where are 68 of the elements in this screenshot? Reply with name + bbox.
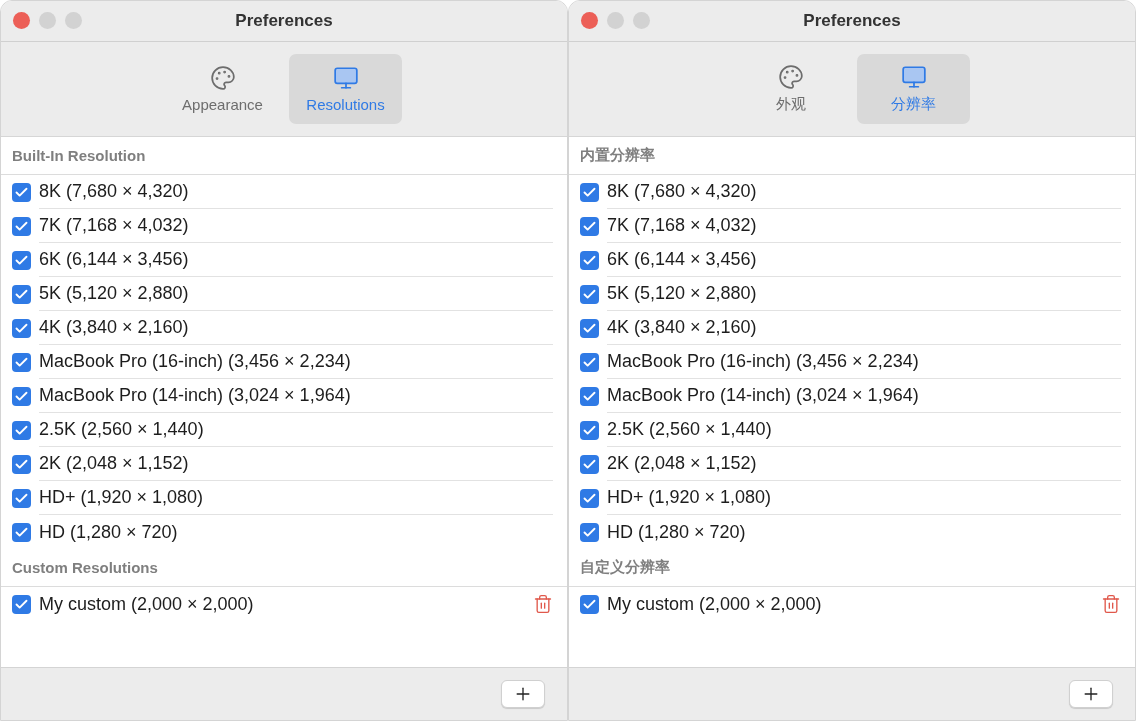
monitor-icon [900,64,927,90]
checkbox[interactable] [580,216,599,236]
resolution-label: 2K (2,048 × 1,152) [607,447,1121,481]
checkbox[interactable] [12,522,31,542]
resolution-label: 5K (5,120 × 2,880) [607,277,1121,311]
resolution-label: HD+ (1,920 × 1,080) [607,481,1121,515]
resolution-label: MacBook Pro (14-inch) (3,024 × 1,964) [607,379,1121,413]
resolution-label: 6K (6,144 × 3,456) [39,243,553,277]
resolution-label: My custom (2,000 × 2,000) [607,592,823,616]
checkbox[interactable] [12,386,31,406]
toolbar-tab[interactable]: 外观 [734,54,847,124]
checkbox[interactable] [12,454,31,474]
resolution-label: 4K (3,840 × 2,160) [39,311,553,345]
window-title: Preferences [235,11,333,31]
section-header: Built-In Resolution [1,137,567,175]
checkbox[interactable] [580,250,599,270]
resolution-label: MacBook Pro (16-inch) (3,456 × 2,234) [607,345,1121,379]
checkbox[interactable] [12,352,31,372]
close-button[interactable] [581,12,598,29]
checkbox[interactable] [580,182,599,202]
trash-icon[interactable] [533,594,553,614]
section-header: 内置分辨率 [569,137,1135,175]
resolution-label: 2.5K (2,560 × 1,440) [39,413,553,447]
checkbox[interactable] [12,420,31,440]
checkbox[interactable] [580,594,599,614]
add-button[interactable] [501,680,545,708]
checkbox[interactable] [580,352,599,372]
resolution-label: 4K (3,840 × 2,160) [607,311,1121,345]
resolution-label: 8K (7,680 × 4,320) [607,175,1121,209]
checkbox[interactable] [580,454,599,474]
checkbox[interactable] [12,182,31,202]
checkbox[interactable] [12,216,31,236]
resolution-label: 6K (6,144 × 3,456) [607,243,1121,277]
checkbox[interactable] [580,386,599,406]
checkbox[interactable] [580,284,599,304]
close-button[interactable] [13,12,30,29]
checkbox[interactable] [580,420,599,440]
window-title: Preferences [803,11,901,31]
toolbar-tab[interactable]: Resolutions [289,54,402,124]
resolution-label: 7K (7,168 × 4,032) [39,209,553,243]
trash-icon[interactable] [1101,594,1121,614]
checkbox[interactable] [12,488,31,508]
resolution-label: 2K (2,048 × 1,152) [39,447,553,481]
checkbox[interactable] [580,318,599,338]
monitor-icon [332,65,359,91]
resolution-label: 7K (7,168 × 4,032) [607,209,1121,243]
resolution-label: 2.5K (2,560 × 1,440) [607,413,1121,447]
resolution-label: HD+ (1,920 × 1,080) [39,481,553,515]
checkbox[interactable] [12,318,31,338]
add-button[interactable] [1069,680,1113,708]
checkbox[interactable] [12,594,31,614]
resolution-label: HD (1,280 × 720) [607,520,747,544]
checkbox[interactable] [580,488,599,508]
checkbox[interactable] [580,522,599,542]
palette-icon [777,64,804,90]
section-header: 自定义分辨率 [569,549,1135,587]
resolution-label: 8K (7,680 × 4,320) [39,175,553,209]
checkbox[interactable] [12,250,31,270]
resolution-label: MacBook Pro (16-inch) (3,456 × 2,234) [39,345,553,379]
resolution-label: MacBook Pro (14-inch) (3,024 × 1,964) [39,379,553,413]
resolution-label: HD (1,280 × 720) [39,520,179,544]
resolution-label: 5K (5,120 × 2,880) [39,277,553,311]
resolution-label: My custom (2,000 × 2,000) [39,592,255,616]
toolbar-tab[interactable]: 分辨率 [857,54,970,124]
section-header: Custom Resolutions [1,549,567,587]
toolbar-tab[interactable]: Appearance [166,54,279,124]
checkbox[interactable] [12,284,31,304]
palette-icon [209,65,236,91]
